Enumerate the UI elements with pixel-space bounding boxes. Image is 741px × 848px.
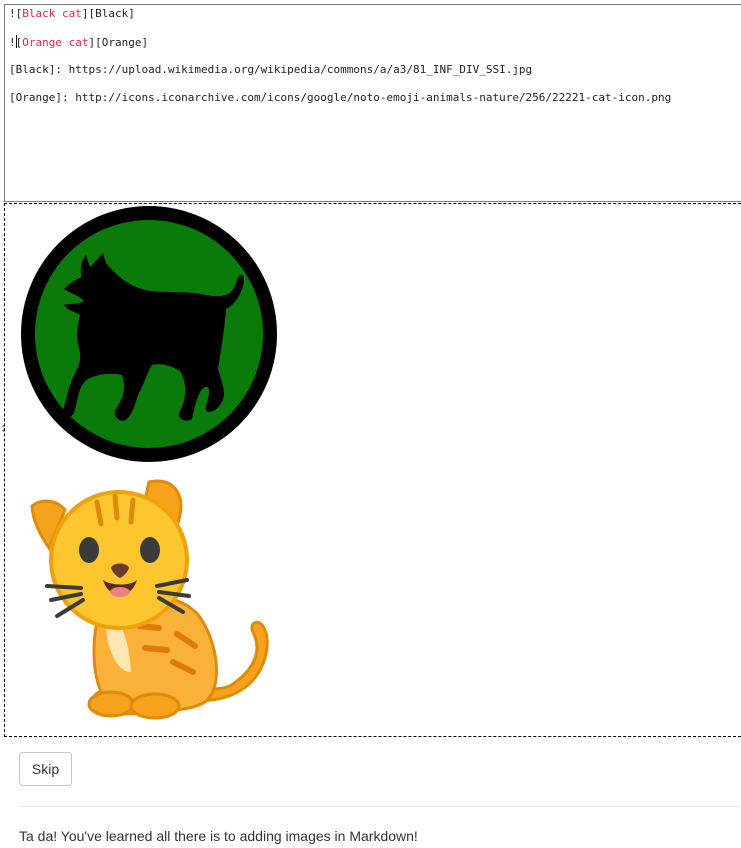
skip-button[interactable]: Skip [19,752,72,786]
code-token: ![ [9,7,23,20]
markdown-editor[interactable]: ![Black cat][Black] ![Orange cat][Orange… [4,4,741,202]
code-line-3: [Black]: https://upload.wikimedia.org/wi… [9,63,533,76]
code-token: ! [9,36,16,49]
alt-text-token: Black cat [22,7,82,20]
alt-text-token: Orange cat [22,36,89,49]
code-line-2: ![Orange cat][Orange] [9,35,148,50]
completion-message: Ta da! You've learned all there is to ad… [19,828,418,844]
black-cat-insignia-image [21,206,277,462]
code-line-4: [Orange]: http://icons.iconarchive.com/i… [9,91,672,104]
code-token: ][Black] [81,7,135,20]
orange-cat-emoji-image [30,479,269,720]
markdown-preview [4,203,741,737]
divider [19,806,739,807]
code-token: ][Orange] [88,36,149,49]
code-line-1: ![Black cat][Black] [9,7,135,21]
